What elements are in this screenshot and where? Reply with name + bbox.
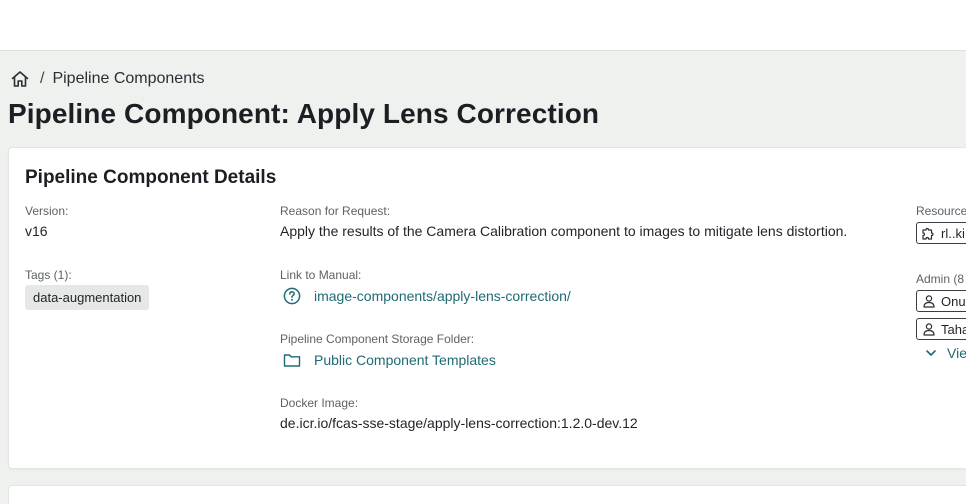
tags-label: Tags (1): [25, 268, 72, 282]
puzzle-icon [921, 225, 937, 241]
admin-chip[interactable]: Onur [916, 290, 966, 312]
admin-chip[interactable]: Taha [916, 318, 966, 340]
page-title: Pipeline Component: Apply Lens Correctio… [8, 98, 600, 129]
view-more-text[interactable]: Vie [947, 345, 966, 361]
reason-label: Reason for Request: [280, 204, 391, 218]
manual-link[interactable]: image-components/apply-lens-correction/ [282, 286, 571, 306]
breadcrumb-separator: / [40, 70, 45, 87]
storage-label: Pipeline Component Storage Folder: [280, 332, 475, 346]
reason-value: Apply the results of the Camera Calibrat… [280, 223, 848, 239]
secondary-card [8, 485, 966, 504]
storage-link-text[interactable]: Public Component Templates [314, 352, 496, 368]
tag-chip[interactable]: data-augmentation [25, 285, 150, 310]
manual-link-text[interactable]: image-components/apply-lens-correction/ [314, 288, 571, 304]
folder-icon [282, 350, 302, 370]
details-card-title: Pipeline Component Details [25, 167, 277, 188]
user-icon [921, 293, 937, 309]
manual-label: Link to Manual: [280, 268, 362, 282]
resource-chip[interactable]: rl..ki [916, 222, 966, 244]
top-bar [0, 0, 966, 51]
admin-label: Admin (8 [916, 272, 965, 286]
breadcrumb: / Pipeline Components [10, 69, 205, 89]
view-more-button[interactable]: Vie [923, 345, 966, 361]
chevron-down-icon [923, 345, 939, 361]
docker-value: de.icr.io/fcas-sse-stage/apply-lens-corr… [280, 415, 638, 431]
version-label: Version: [25, 204, 69, 218]
help-circle-icon [282, 286, 302, 306]
version-value: v16 [25, 223, 48, 239]
resource-label: Resource [916, 204, 966, 218]
admin-chip-text: Taha [941, 321, 966, 337]
resource-chip-text: rl..ki [941, 225, 965, 241]
breadcrumb-pipeline-components[interactable]: Pipeline Components [52, 70, 204, 88]
details-card: Pipeline Component Details Version: v16 … [8, 147, 966, 469]
home-icon[interactable] [10, 69, 30, 89]
docker-label: Docker Image: [280, 396, 359, 410]
admin-chip-text: Onur [941, 293, 966, 309]
user-icon [921, 321, 937, 337]
storage-link[interactable]: Public Component Templates [282, 350, 496, 370]
